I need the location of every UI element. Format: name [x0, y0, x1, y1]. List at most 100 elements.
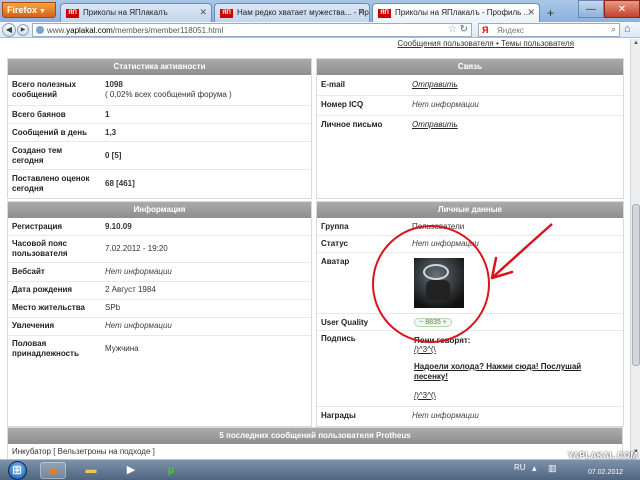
- firefox-menu-button[interactable]: Firefox ▼: [2, 2, 56, 18]
- new-tab-icon[interactable]: +: [547, 6, 554, 20]
- row-label: Дата рождения: [12, 285, 73, 294]
- row-label: Сообщений в день: [12, 128, 87, 137]
- row-label: Аватар: [321, 257, 350, 266]
- bayans-value: 1: [105, 110, 110, 119]
- yandex-icon: Я: [482, 25, 489, 35]
- firefox-taskbar-icon[interactable]: ◉: [40, 462, 66, 479]
- search-box[interactable]: Я ⌕: [478, 23, 620, 37]
- chevron-down-icon: ▼: [39, 8, 46, 15]
- scroll-up-icon[interactable]: ▲: [632, 40, 640, 49]
- last-posts-title: 5 последних сообщений пользователя Proth…: [8, 428, 622, 444]
- row-label: Всего полезных сообщений: [12, 80, 77, 99]
- watermark: YAPLAKAL.COM: [568, 451, 638, 460]
- activity-panel: Статистика активности Всего полезных соо…: [7, 58, 312, 199]
- signature-link[interactable]: песенку!: [414, 372, 448, 382]
- divider: [8, 335, 311, 336]
- website-value: Нет информации: [105, 267, 172, 276]
- divider: [8, 262, 311, 263]
- ratings-today-value: 68 [461]: [105, 179, 135, 188]
- signature-link[interactable]: Надоели холода? Нажми сюда! Послушай: [414, 362, 581, 372]
- back-icon[interactable]: ◀: [2, 23, 16, 37]
- useful-posts-share: ( 0,02% всех сообщений форума ): [105, 90, 232, 99]
- info-panel-title: Информация: [8, 202, 311, 218]
- tab-label: Приколы на ЯПлакалъ - Профиль ...: [395, 8, 531, 17]
- star-icon[interactable]: ☆: [448, 24, 457, 35]
- divider: [8, 123, 311, 124]
- search-input[interactable]: [497, 25, 607, 36]
- network-icon[interactable]: ▥: [548, 463, 557, 474]
- scrollbar-thumb[interactable]: [632, 204, 640, 366]
- utorrent-taskbar-icon[interactable]: µ: [158, 462, 184, 479]
- media-player-taskbar-icon[interactable]: ▶: [118, 462, 144, 479]
- useful-posts-value: 1098: [105, 80, 123, 89]
- row-label: Подпись: [321, 334, 356, 343]
- close-tab-icon[interactable]: ✕: [199, 7, 207, 18]
- language-indicator[interactable]: RU: [514, 463, 526, 472]
- yaplakal-favicon-icon: ЯП: [220, 9, 233, 18]
- timezone-value: 7.02.2012 - 19:20: [105, 244, 168, 253]
- tab-2[interactable]: ЯП Нам редко хватает мужества... - Пр...…: [214, 3, 370, 22]
- user-top-links[interactable]: Сообщения пользователя • Темы пользовате…: [0, 39, 630, 49]
- divider: [8, 235, 311, 236]
- signature-line: /)^3^(\: [414, 345, 436, 354]
- explorer-taskbar-icon[interactable]: ▬: [78, 462, 104, 479]
- divider: [317, 115, 623, 116]
- start-button[interactable]: [8, 461, 27, 480]
- globe-icon: [36, 26, 44, 34]
- signature-line: /)^3^(\: [414, 391, 436, 400]
- posts-per-day-value: 1,3: [105, 128, 117, 137]
- row-label: Статус: [321, 239, 348, 248]
- private-message-link[interactable]: Отправить: [412, 120, 458, 130]
- url-text: www.yaplakal.com/members/member118051.ht…: [47, 26, 224, 35]
- address-bar[interactable]: www.yaplakal.com/members/member118051.ht…: [32, 23, 472, 37]
- awards-value: Нет информации: [412, 411, 479, 420]
- row-label: Награды: [321, 411, 356, 420]
- yaplakal-favicon-icon: ЯП: [66, 9, 79, 18]
- row-label: Поставлено оценок сегодня: [12, 174, 90, 193]
- close-tab-icon[interactable]: ✕: [357, 7, 365, 18]
- row-label: E-mail: [321, 80, 346, 89]
- last-post-item[interactable]: Инкубатор [ Вельзетроны на подходе ]: [12, 447, 155, 456]
- vertical-scrollbar[interactable]: ▲ ▼: [630, 39, 640, 459]
- row-label: Вебсайт: [12, 267, 45, 276]
- email-send-link[interactable]: Отправить: [412, 80, 458, 90]
- tab-3-active[interactable]: ЯП Приколы на ЯПлакалъ - Профиль ... ✕: [372, 3, 540, 22]
- row-label: Увлечения: [12, 321, 55, 330]
- divider: [8, 317, 311, 318]
- tray-arrow-icon[interactable]: ▴: [532, 463, 537, 474]
- divider: [8, 105, 311, 106]
- taskbar-date[interactable]: 07.02.2012: [588, 469, 623, 476]
- contact-panel-title: Связь: [317, 59, 623, 75]
- divider: [8, 281, 311, 282]
- info-panel: Информация Регистрация 9.10.09 Часовой п…: [7, 201, 312, 427]
- contact-panel: Связь E-mail Отправить Номер ICQ Нет инф…: [316, 58, 624, 199]
- windows-taskbar: ◉ ▬ ▶ µ RU ▴ ▥: [0, 459, 640, 480]
- row-label: Половая принадлежность: [12, 339, 79, 358]
- location-value: SPb: [105, 303, 121, 312]
- personal-panel-title: Личные данные: [317, 202, 623, 218]
- birthday-value: 2 Август 1984: [105, 285, 156, 294]
- close-tab-icon[interactable]: ✕: [527, 7, 535, 18]
- reload-icon[interactable]: ↻: [460, 24, 468, 35]
- navigation-bar: ◀ ▶ www.yaplakal.com/members/member11805…: [0, 22, 640, 38]
- hobbies-value: Нет информации: [105, 321, 172, 330]
- row-label: Группа: [321, 222, 349, 231]
- divider: [317, 330, 623, 331]
- yaplakal-favicon-icon: ЯП: [378, 9, 391, 18]
- home-icon[interactable]: ⌂: [624, 23, 631, 35]
- title-bar: Firefox ▼ ЯП Приколы на ЯПлакалъ ✕ ЯП Нам…: [0, 0, 640, 22]
- divider: [317, 235, 623, 236]
- row-label: User Quality: [321, 318, 369, 327]
- icq-value: Нет информации: [412, 100, 479, 109]
- close-window-button[interactable]: ✕: [604, 0, 640, 18]
- forward-icon[interactable]: ▶: [17, 24, 29, 36]
- tab-1[interactable]: ЯП Приколы на ЯПлакалъ ✕: [60, 3, 212, 22]
- tab-label: Нам редко хватает мужества... - Пр...: [237, 8, 370, 17]
- row-label: Место жительства: [12, 303, 85, 312]
- row-label: Создано тем сегодня: [12, 146, 63, 165]
- row-label: Часовой пояс пользователя: [12, 239, 68, 258]
- search-icon[interactable]: ⌕: [611, 24, 616, 35]
- minimize-button[interactable]: —: [578, 0, 604, 18]
- activity-panel-title: Статистика активности: [8, 59, 311, 75]
- row-label: Номер ICQ: [321, 100, 364, 109]
